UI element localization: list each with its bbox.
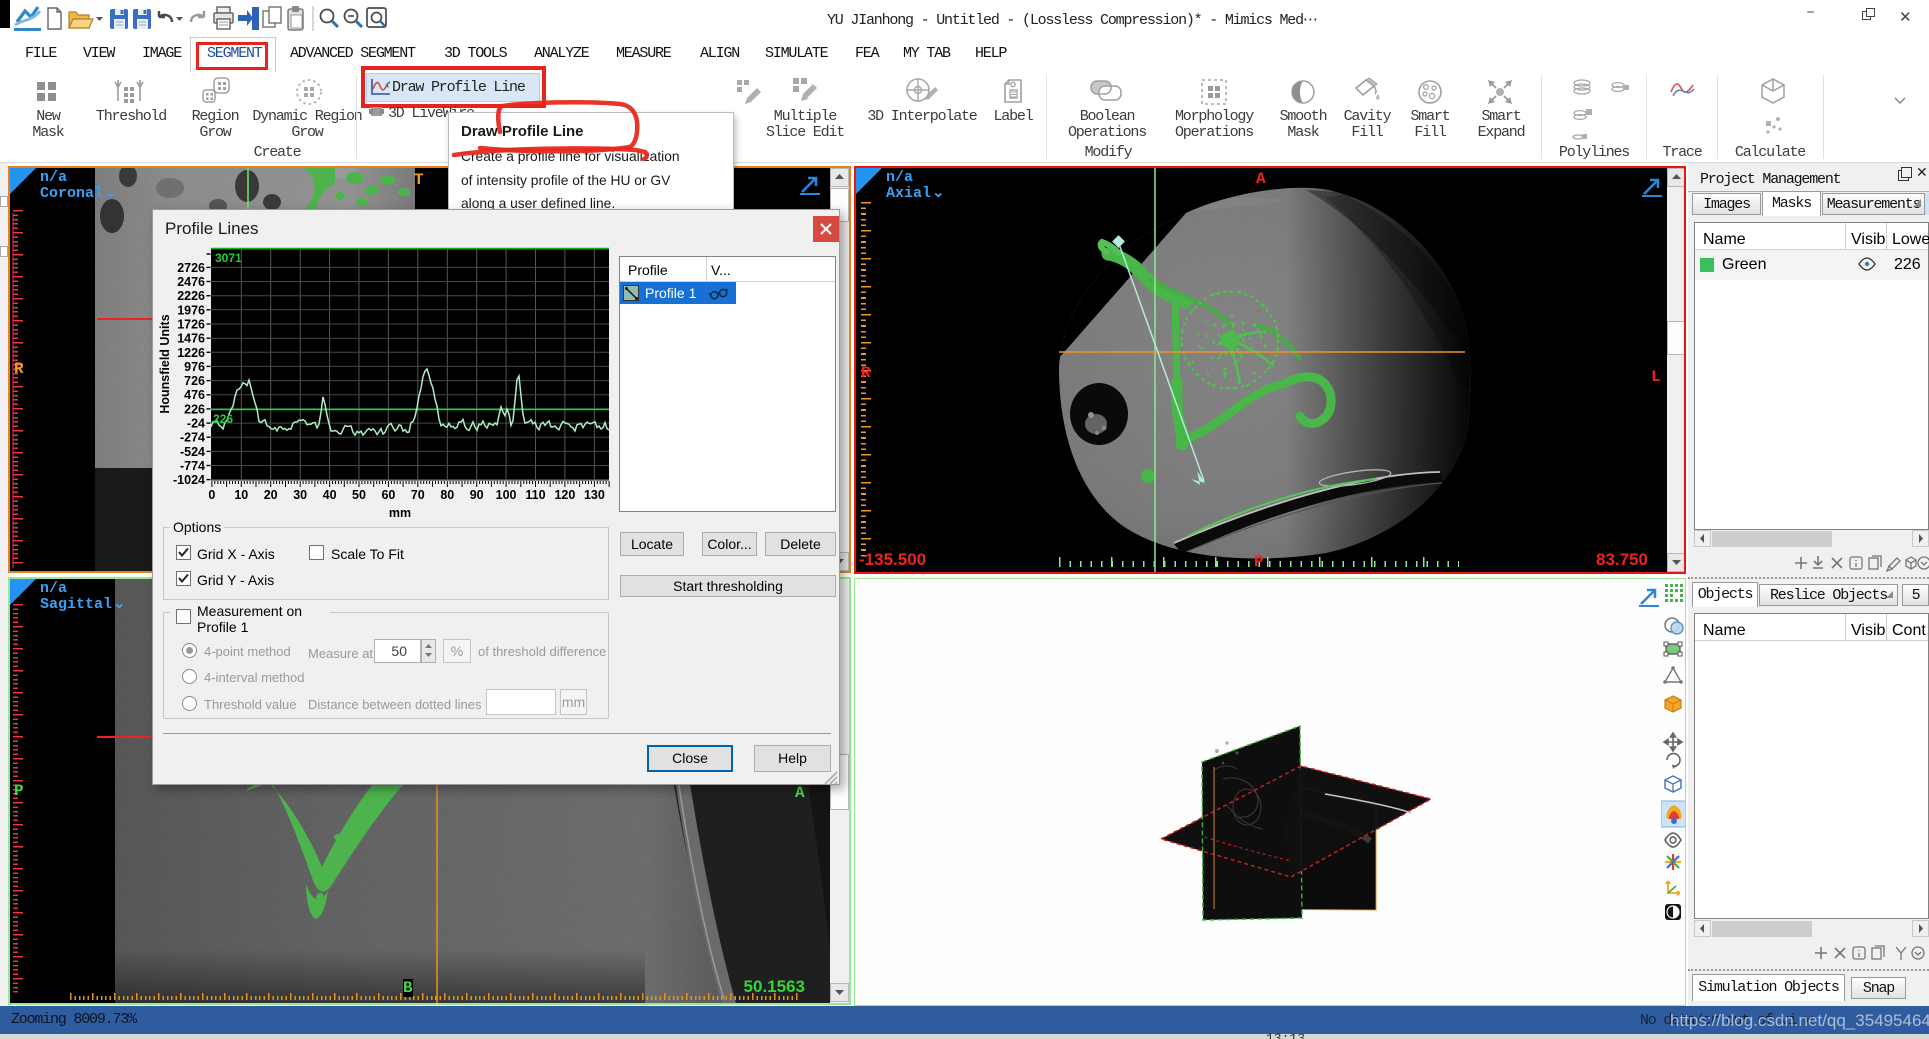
svg-text:1476: 1476 bbox=[177, 332, 205, 346]
svg-text:30: 30 bbox=[293, 488, 307, 502]
svg-text:226: 226 bbox=[184, 402, 205, 416]
svg-text:-524: -524 bbox=[180, 445, 205, 459]
svg-text:726: 726 bbox=[184, 374, 205, 388]
svg-text:90: 90 bbox=[470, 488, 484, 502]
svg-text:2476: 2476 bbox=[177, 275, 205, 289]
svg-text:1976: 1976 bbox=[177, 303, 205, 317]
svg-text:40: 40 bbox=[323, 488, 337, 502]
svg-text:-24: -24 bbox=[187, 417, 205, 431]
svg-text:50: 50 bbox=[352, 488, 366, 502]
svg-text:2726: 2726 bbox=[177, 261, 205, 275]
svg-text:100: 100 bbox=[496, 488, 517, 502]
svg-text:-1024: -1024 bbox=[173, 473, 205, 487]
svg-text:3071: 3071 bbox=[215, 251, 242, 265]
svg-text:130: 130 bbox=[584, 488, 605, 502]
svg-text:60: 60 bbox=[381, 488, 395, 502]
svg-text:476: 476 bbox=[184, 388, 205, 402]
svg-text:70: 70 bbox=[411, 488, 425, 502]
svg-text:1726: 1726 bbox=[177, 318, 205, 332]
svg-text:Hounsfield Units: Hounsfield Units bbox=[158, 314, 172, 413]
svg-text:110: 110 bbox=[525, 488, 545, 502]
svg-text:20: 20 bbox=[264, 488, 278, 502]
svg-text:226: 226 bbox=[213, 412, 233, 426]
svg-text:mm: mm bbox=[389, 506, 411, 520]
svg-text:120: 120 bbox=[554, 488, 575, 502]
svg-text:-274: -274 bbox=[180, 431, 205, 445]
svg-text:-774: -774 bbox=[180, 459, 205, 473]
svg-text:10: 10 bbox=[234, 488, 248, 502]
svg-text:80: 80 bbox=[440, 488, 454, 502]
svg-text:2226: 2226 bbox=[177, 289, 205, 303]
svg-text:0: 0 bbox=[208, 488, 215, 502]
svg-text:976: 976 bbox=[184, 360, 205, 374]
svg-text:1226: 1226 bbox=[177, 346, 205, 360]
